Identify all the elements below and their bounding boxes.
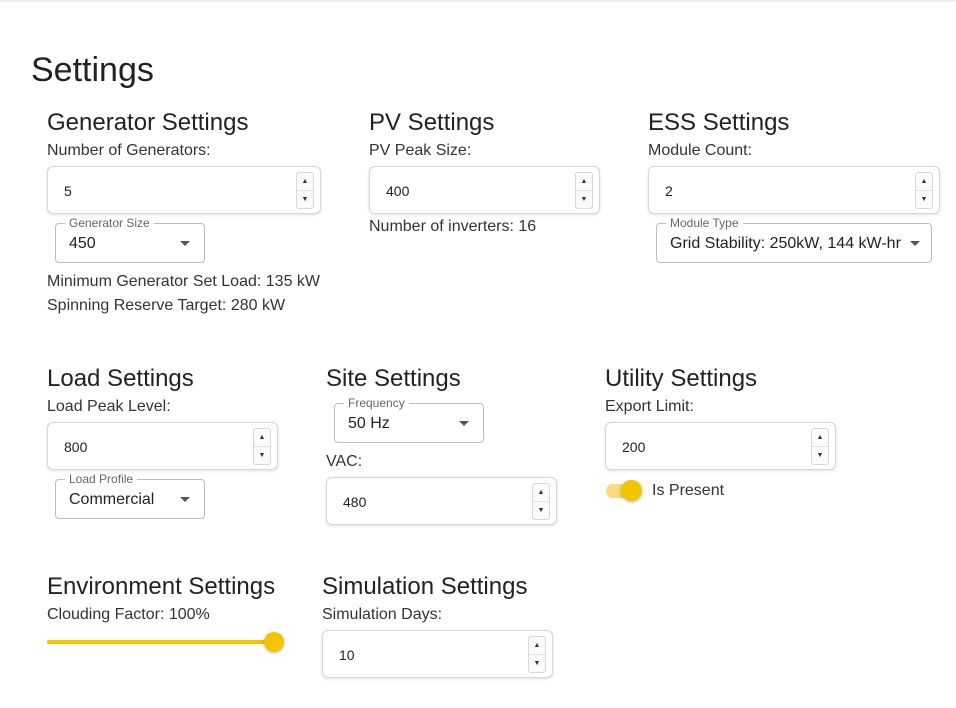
simulation-settings-title: Simulation Settings	[322, 573, 528, 600]
generator-count-value: 5	[64, 183, 72, 199]
chevron-down-icon	[910, 241, 920, 246]
chevron-down-icon	[459, 421, 469, 426]
simulation-days-label: Simulation Days:	[322, 606, 443, 623]
increment-icon[interactable]: ▲	[812, 429, 828, 447]
pv-peak-input[interactable]: 400 ▲ ▼	[369, 166, 600, 214]
increment-icon[interactable]: ▲	[254, 429, 270, 447]
pv-peak-label: PV Peak Size:	[369, 142, 472, 159]
vac-label: VAC:	[326, 453, 363, 470]
load-profile-value: Commercial	[69, 491, 155, 508]
top-divider	[0, 0, 956, 2]
generator-count-spinner: ▲ ▼	[296, 172, 314, 209]
slider-thumb[interactable]	[264, 632, 284, 652]
is-present-label: Is Present	[652, 482, 725, 499]
clouding-factor-slider[interactable]	[47, 630, 284, 654]
generator-count-label: Number of Generators:	[47, 142, 211, 159]
export-limit-input[interactable]: 200 ▲ ▼	[605, 422, 836, 470]
utility-settings: Utility Settings Export Limit: 200 ▲ ▼ I…	[605, 365, 845, 509]
generator-size-value: 450	[69, 235, 96, 252]
slider-fill	[47, 640, 274, 644]
load-profile-legend: Load Profile	[65, 472, 138, 486]
module-count-spinner: ▲ ▼	[915, 172, 933, 209]
load-profile-select[interactable]: Load Profile Commercial	[55, 472, 205, 519]
simulation-settings: Simulation Settings Simulation Days: 10 …	[322, 573, 562, 678]
page-title: Settings	[31, 51, 154, 89]
pv-peak-value: 400	[386, 183, 410, 199]
increment-icon[interactable]: ▲	[297, 173, 313, 191]
export-limit-label: Export Limit:	[605, 398, 694, 415]
decrement-icon[interactable]: ▼	[812, 447, 828, 464]
site-settings: Site Settings Frequency 50 Hz VAC: 480 ▲…	[326, 365, 566, 525]
chevron-down-icon	[180, 497, 190, 502]
decrement-icon[interactable]: ▼	[254, 447, 270, 464]
frequency-value: 50 Hz	[348, 415, 390, 432]
load-settings: Load Settings Load Peak Level: 800 ▲ ▼ L…	[47, 365, 287, 519]
toggle-thumb	[621, 480, 642, 501]
frequency-select[interactable]: Frequency 50 Hz	[334, 396, 484, 443]
is-present-toggle[interactable]	[605, 479, 643, 501]
pv-settings: PV Settings PV Peak Size: 400 ▲ ▼ Number…	[369, 109, 609, 239]
module-count-value: 2	[665, 183, 673, 199]
decrement-icon[interactable]: ▼	[576, 191, 592, 208]
increment-icon[interactable]: ▲	[529, 637, 545, 655]
clouding-factor-label: Clouding Factor: 100%	[47, 606, 210, 623]
increment-icon[interactable]: ▲	[533, 484, 549, 502]
chevron-down-icon	[180, 241, 190, 246]
vac-spinner: ▲ ▼	[532, 483, 550, 520]
load-peak-value: 800	[64, 439, 88, 455]
environment-settings: Environment Settings Clouding Factor: 10…	[47, 573, 297, 654]
load-peak-input[interactable]: 800 ▲ ▼	[47, 422, 278, 470]
module-type-legend: Module Type	[666, 216, 743, 230]
spinning-reserve-target: Spinning Reserve Target: 280 kW	[47, 297, 286, 314]
export-limit-spinner: ▲ ▼	[811, 428, 829, 465]
generator-size-select[interactable]: Generator Size 450	[55, 216, 205, 263]
simulation-days-spinner: ▲ ▼	[528, 636, 546, 673]
decrement-icon[interactable]: ▼	[529, 655, 545, 672]
vac-value: 480	[343, 494, 367, 510]
increment-icon[interactable]: ▲	[916, 173, 932, 191]
generator-settings: Generator Settings Number of Generators:…	[47, 109, 327, 318]
generator-size-legend: Generator Size	[65, 216, 154, 230]
module-count-input[interactable]: 2 ▲ ▼	[648, 166, 940, 214]
load-peak-spinner: ▲ ▼	[253, 428, 271, 465]
module-count-label: Module Count:	[648, 142, 753, 159]
inverter-count: Number of inverters: 16	[369, 218, 537, 235]
min-generator-load: Minimum Generator Set Load: 135 kW	[47, 273, 321, 290]
simulation-days-input[interactable]: 10 ▲ ▼	[322, 630, 553, 678]
module-type-select[interactable]: Module Type Grid Stability: 250kW, 144 k…	[656, 216, 932, 263]
vac-input[interactable]: 480 ▲ ▼	[326, 477, 557, 525]
site-settings-title: Site Settings	[326, 365, 461, 392]
export-limit-value: 200	[622, 439, 646, 455]
utility-settings-title: Utility Settings	[605, 365, 758, 392]
pv-peak-spinner: ▲ ▼	[575, 172, 593, 209]
load-settings-title: Load Settings	[47, 365, 194, 392]
increment-icon[interactable]: ▲	[576, 173, 592, 191]
simulation-days-value: 10	[339, 647, 355, 663]
ess-settings: ESS Settings Module Count: 2 ▲ ▼ Module …	[648, 109, 943, 263]
module-type-value: Grid Stability: 250kW, 144 kW-hr	[670, 235, 901, 252]
pv-settings-title: PV Settings	[369, 109, 495, 136]
frequency-legend: Frequency	[344, 396, 409, 410]
decrement-icon[interactable]: ▼	[916, 191, 932, 208]
decrement-icon[interactable]: ▼	[297, 191, 313, 208]
load-peak-label: Load Peak Level:	[47, 398, 171, 415]
environment-settings-title: Environment Settings	[47, 573, 276, 600]
ess-settings-title: ESS Settings	[648, 109, 790, 136]
generator-settings-title: Generator Settings	[47, 109, 249, 136]
decrement-icon[interactable]: ▼	[533, 502, 549, 519]
generator-count-input[interactable]: 5 ▲ ▼	[47, 166, 321, 214]
